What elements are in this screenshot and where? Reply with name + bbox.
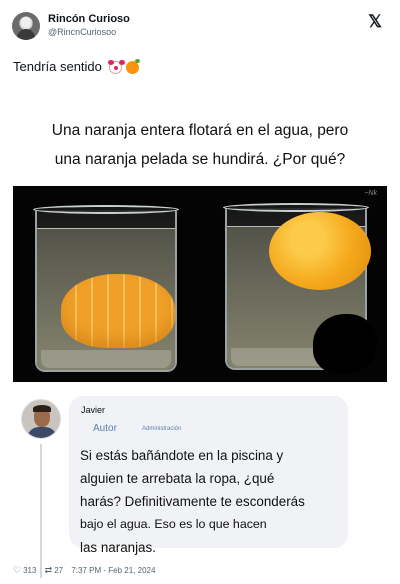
avatar-shirt — [27, 427, 57, 438]
tweet-timestamp[interactable]: 7:37 PM - Feb 21, 2024 — [71, 566, 155, 575]
reply-author-role: Autor — [93, 423, 117, 434]
reply-line-2: alguien te arrebata la ropa, ¿qué — [80, 471, 275, 486]
left-glass-base — [41, 350, 171, 368]
x-logo-icon[interactable]: 𝕏 — [368, 12, 382, 32]
comment-reply: Javier Autor Administración Si estás bañ… — [13, 396, 387, 580]
retweet-icon: ⇄ — [44, 565, 53, 575]
heart-icon: ♡ — [13, 565, 22, 575]
orange-glasses-photo: ~Nk — [13, 186, 387, 382]
reply-line-3: harás? Definitivamente te esconderás — [80, 494, 305, 509]
reply-bubble: Javier Autor Administración Si estás bañ… — [69, 396, 348, 555]
avatar-body — [17, 29, 35, 40]
photo-signature: ~Nk — [364, 190, 377, 197]
tweet-text: Tendría sentido — [13, 59, 141, 75]
clown-face-icon — [107, 60, 122, 75]
reply-line-1: Si estás bañándote en la piscina y — [80, 448, 284, 463]
tweet-header: Rincón Curioso @RincnCuriosoo 𝕏 — [12, 10, 388, 44]
right-glass-rim — [223, 203, 369, 212]
thread-line — [40, 444, 42, 578]
reply-author-name: Javier — [81, 405, 106, 415]
meme-caption-line-2: una naranja pelada se hundirá. ¿Por qué? — [54, 151, 346, 168]
avatar-hair — [33, 405, 51, 412]
meme-caption-line-1: Una naranja entera flotará en el agua, p… — [51, 122, 349, 139]
like-count: 313 — [23, 566, 37, 575]
like-button[interactable]: ♡ 313 — [13, 565, 36, 576]
left-glass — [33, 205, 179, 372]
black-scribble — [313, 314, 377, 374]
orange-icon — [126, 59, 141, 75]
avatar-head — [21, 17, 31, 28]
author-handle[interactable]: @RincnCuriosoo — [48, 27, 116, 37]
retweet-count: 27 — [54, 566, 64, 575]
reply-admin-badge: Administración — [142, 426, 182, 432]
tweet-text-content: Tendría sentido — [13, 59, 102, 74]
meme-caption: Una naranja entera flotará en el agua, p… — [13, 116, 387, 174]
tweet-footer: ♡ 313 ⇄ 27 7:37 PM - Feb 21, 2024 — [13, 565, 161, 576]
author-avatar[interactable] — [12, 12, 40, 40]
whole-orange — [269, 212, 371, 290]
reply-line-4: bajo el agua. Eso es lo que hacen — [80, 517, 267, 531]
reply-avatar[interactable] — [21, 399, 61, 439]
peeled-orange — [61, 274, 175, 348]
meme-image[interactable]: Una naranja entera flotará en el agua, p… — [13, 98, 387, 584]
reply-line-5: las naranjas. — [80, 540, 156, 555]
author-name[interactable]: Rincón Curioso — [48, 13, 130, 25]
left-glass-rim — [33, 205, 179, 214]
retweet-button[interactable]: ⇄ 27 — [45, 565, 63, 576]
reply-text: Si estás bañándote en la piscina y algui… — [80, 444, 342, 559]
